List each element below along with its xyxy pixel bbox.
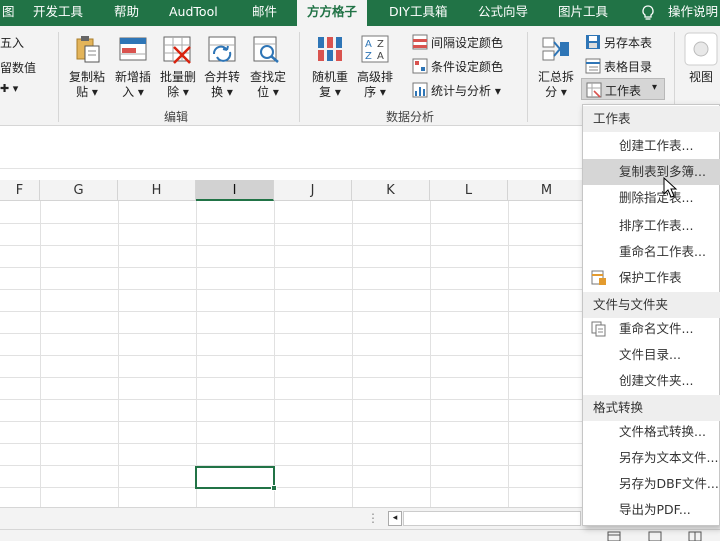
ribbon-tab-bar: 图 开发工具 帮助 AudTool 邮件 方方格子 DIY工具箱 公式向导 图片… bbox=[0, 0, 720, 26]
stats-analysis-icon bbox=[412, 82, 428, 98]
scroll-left-button[interactable]: ◂ bbox=[388, 511, 402, 526]
interval-color-button[interactable]: 间隔设定颜色 bbox=[431, 34, 503, 51]
tab-mail[interactable]: 邮件 bbox=[252, 0, 277, 26]
svg-text:Z: Z bbox=[365, 51, 372, 62]
horizontal-scrollbar[interactable] bbox=[403, 511, 581, 526]
random-repeat-icon bbox=[318, 37, 342, 61]
column-header-g[interactable]: G bbox=[40, 180, 118, 201]
tab-tell-me[interactable]: 操作说明 bbox=[668, 0, 718, 26]
find-locate-button[interactable]: 查找定位 ▾ bbox=[245, 70, 291, 100]
edit-group-label: 编辑 bbox=[164, 110, 189, 124]
advanced-sort-icon: A Z Z A bbox=[361, 35, 389, 63]
column-header-j[interactable]: J bbox=[274, 180, 352, 201]
copy-paste-button[interactable]: 复制粘贴 ▾ bbox=[64, 70, 110, 100]
mouse-cursor-icon bbox=[663, 177, 678, 198]
view-icon bbox=[684, 32, 718, 66]
menu-item-save-as-dbf[interactable]: 另存为DBF文件... bbox=[583, 471, 720, 497]
rename-file-icon bbox=[591, 321, 606, 337]
round-label[interactable]: 五入 bbox=[0, 34, 24, 51]
ribbon-separator bbox=[299, 32, 300, 122]
condition-color-button[interactable]: 条件设定颜色 bbox=[431, 58, 503, 75]
worksheet-button-label: 工作表 bbox=[605, 84, 642, 98]
active-cell[interactable] bbox=[195, 466, 277, 491]
menu-item-sort-sheets[interactable]: 排序工作表... bbox=[583, 213, 720, 239]
batch-delete-button[interactable]: 批量删除 ▾ bbox=[155, 70, 201, 100]
status-bar bbox=[0, 529, 720, 541]
condition-color-icon bbox=[412, 58, 428, 74]
menu-item-rename-sheets[interactable]: 重命名工作表... bbox=[583, 239, 720, 265]
merge-convert-icon bbox=[208, 36, 236, 62]
keep-values-label[interactable]: 留数值 bbox=[0, 59, 36, 76]
tab-picture-tools[interactable]: 图片工具 bbox=[558, 0, 608, 26]
summary-split-button[interactable]: 汇总拆分 ▾ bbox=[533, 70, 579, 100]
tab-partial[interactable]: 图 bbox=[2, 0, 15, 26]
menu-item-create-folders[interactable]: 创建文件夹... bbox=[583, 368, 720, 394]
merge-convert-button[interactable]: 合并转换 ▾ bbox=[199, 70, 245, 100]
table-index-button[interactable]: 表格目录 bbox=[604, 58, 652, 75]
menu-item-create-worksheet[interactable]: 创建工作表... bbox=[583, 133, 720, 159]
menu-item-export-pdf[interactable]: 导出为PDF... bbox=[583, 497, 720, 523]
random-repeat-button[interactable]: 随机重复 ▾ bbox=[307, 70, 353, 100]
worksheet-dropdown-button[interactable]: 工作表 ▾ bbox=[581, 78, 665, 100]
ribbon-separator bbox=[527, 32, 528, 122]
insert-button[interactable]: 新增插入 ▾ bbox=[110, 70, 156, 100]
fill-handle[interactable] bbox=[271, 485, 277, 491]
tab-diy-toolbox[interactable]: DIY工具箱 bbox=[389, 0, 447, 26]
chevron-down-icon: ▾ bbox=[652, 82, 658, 93]
column-header-m[interactable]: M bbox=[508, 180, 586, 201]
view-button[interactable]: 视图 bbox=[689, 68, 713, 85]
save-as-sheet-icon bbox=[586, 35, 600, 49]
splitter-handle[interactable]: ⋮ bbox=[367, 511, 379, 525]
lightbulb-icon bbox=[642, 5, 654, 20]
batch-delete-icon bbox=[163, 36, 191, 64]
column-header-l[interactable]: L bbox=[430, 180, 508, 201]
menu-item-copy-to-workbooks[interactable]: 复制表到多簿... bbox=[583, 159, 720, 185]
normal-view-icon[interactable] bbox=[607, 531, 621, 541]
interval-color-icon bbox=[412, 34, 428, 50]
page-break-icon[interactable] bbox=[688, 531, 702, 541]
menu-item-file-format-convert[interactable]: 文件格式转换... bbox=[583, 419, 720, 445]
page-layout-icon[interactable] bbox=[648, 531, 662, 541]
menu-section-files-folders: 文件与文件夹 bbox=[583, 292, 720, 318]
menu-item-delete-sheets[interactable]: 删除指定表... bbox=[583, 185, 720, 211]
worksheet-dropdown-menu: 工作表 创建工作表... 复制表到多簿... 删除指定表... 排序工作表...… bbox=[582, 104, 720, 526]
tab-fangfangegezi[interactable]: 方方格子 bbox=[297, 0, 368, 26]
menu-item-rename-files[interactable]: 重命名文件... bbox=[583, 316, 720, 342]
table-index-icon bbox=[585, 58, 601, 74]
worksheet-icon bbox=[586, 82, 602, 98]
menu-section-worksheet: 工作表 bbox=[583, 106, 720, 132]
partial-arrow[interactable]: ✚ ▾ bbox=[0, 82, 18, 95]
svg-text:Z: Z bbox=[377, 39, 384, 50]
insert-icon bbox=[119, 37, 147, 61]
advanced-sort-button[interactable]: 高级排序 ▾ bbox=[352, 70, 398, 100]
menu-item-file-directory[interactable]: 文件目录... bbox=[583, 342, 720, 368]
copy-paste-icon bbox=[76, 36, 100, 63]
column-header-i[interactable]: I bbox=[196, 180, 274, 201]
column-header-h[interactable]: H bbox=[118, 180, 196, 201]
menu-section-format-conversion: 格式转换 bbox=[583, 395, 720, 421]
find-locate-icon bbox=[253, 36, 279, 63]
ribbon-separator bbox=[58, 32, 59, 122]
column-header-f[interactable]: F bbox=[0, 180, 40, 201]
stats-analysis-button[interactable]: 统计与分析 ▾ bbox=[431, 82, 501, 99]
save-as-sheet-button[interactable]: 另存本表 bbox=[604, 34, 652, 51]
svg-text:A: A bbox=[377, 51, 384, 62]
tab-audtool[interactable]: AudTool bbox=[169, 0, 218, 26]
menu-item-protect-sheet[interactable]: 保护工作表 bbox=[583, 265, 720, 291]
tab-developer[interactable]: 开发工具 bbox=[33, 0, 83, 26]
protect-sheet-icon bbox=[591, 270, 606, 285]
svg-text:A: A bbox=[365, 39, 372, 50]
tab-formula-wizard[interactable]: 公式向导 bbox=[478, 0, 528, 26]
tab-help[interactable]: 帮助 bbox=[114, 0, 139, 26]
summary-split-icon bbox=[542, 37, 569, 61]
menu-item-save-as-text[interactable]: 另存为文本文件... bbox=[583, 445, 720, 471]
analysis-group-label: 数据分析 bbox=[386, 110, 435, 124]
column-header-k[interactable]: K bbox=[352, 180, 430, 201]
